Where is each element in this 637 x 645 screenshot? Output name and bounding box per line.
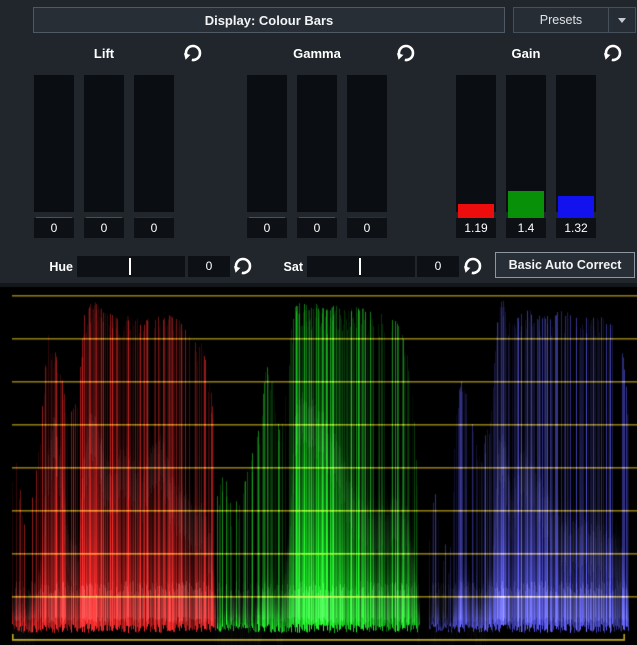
lift-red-value[interactable]: 0	[34, 218, 74, 238]
lift-blue-value[interactable]: 0	[134, 218, 174, 238]
gamma-red-slider[interactable]	[247, 75, 287, 212]
group-title-gain: Gain	[456, 46, 596, 61]
gain-red-value[interactable]: 1.19	[456, 218, 496, 238]
presets-dropdown[interactable]: Presets	[513, 7, 636, 33]
gain-red-slider[interactable]	[456, 75, 496, 212]
gain-red-handle[interactable]	[458, 204, 494, 218]
hue-slider-handle[interactable]	[129, 258, 131, 275]
colour-correction-panel: Display: Colour Bars Presets Lift 0 0 0 …	[0, 0, 637, 283]
gain-blue-slider[interactable]	[556, 75, 596, 212]
reset-arrow-icon	[463, 256, 483, 276]
hue-value[interactable]: 0	[188, 256, 230, 277]
gamma-blue-value[interactable]: 0	[347, 218, 387, 238]
lift-red-slider[interactable]	[34, 75, 74, 212]
chevron-down-icon	[618, 18, 626, 23]
colour-correction-window: Display: Colour Bars Presets Lift 0 0 0 …	[0, 0, 637, 645]
reset-arrow-icon	[603, 43, 623, 63]
reset-arrow-icon	[233, 256, 253, 276]
group-title-lift: Lift	[34, 46, 174, 61]
lift-reset-button[interactable]	[183, 43, 203, 63]
sat-slider[interactable]	[307, 256, 415, 277]
gamma-red-value[interactable]: 0	[247, 218, 287, 238]
gamma-reset-button[interactable]	[396, 43, 416, 63]
presets-label: Presets	[514, 8, 608, 32]
lift-green-value[interactable]: 0	[84, 218, 124, 238]
hue-label: Hue	[40, 260, 73, 274]
lift-blue-slider[interactable]	[134, 75, 174, 212]
hue-reset-button[interactable]	[233, 256, 253, 276]
gain-reset-button[interactable]	[603, 43, 623, 63]
gamma-blue-slider[interactable]	[347, 75, 387, 212]
gain-green-slider[interactable]	[506, 75, 546, 212]
reset-arrow-icon	[183, 43, 203, 63]
gain-blue-value[interactable]: 1.32	[556, 218, 596, 238]
group-title-gamma: Gamma	[247, 46, 387, 61]
presets-arrow-button[interactable]	[608, 8, 635, 32]
lift-green-slider[interactable]	[84, 75, 124, 212]
basic-auto-correct-button[interactable]: Basic Auto Correct	[495, 252, 635, 278]
gamma-green-value[interactable]: 0	[297, 218, 337, 238]
sat-value[interactable]: 0	[417, 256, 459, 277]
gain-green-handle[interactable]	[508, 191, 544, 219]
rgb-parade-waveform-scope	[0, 283, 637, 645]
sat-reset-button[interactable]	[463, 256, 483, 276]
gain-green-value[interactable]: 1.4	[506, 218, 546, 238]
hue-slider[interactable]	[77, 256, 185, 277]
sat-label: Sat	[274, 260, 303, 274]
gain-blue-handle[interactable]	[558, 196, 594, 218]
sat-slider-handle[interactable]	[359, 258, 361, 275]
reset-arrow-icon	[396, 43, 416, 63]
display-mode-button[interactable]: Display: Colour Bars	[33, 7, 505, 33]
gamma-green-slider[interactable]	[297, 75, 337, 212]
